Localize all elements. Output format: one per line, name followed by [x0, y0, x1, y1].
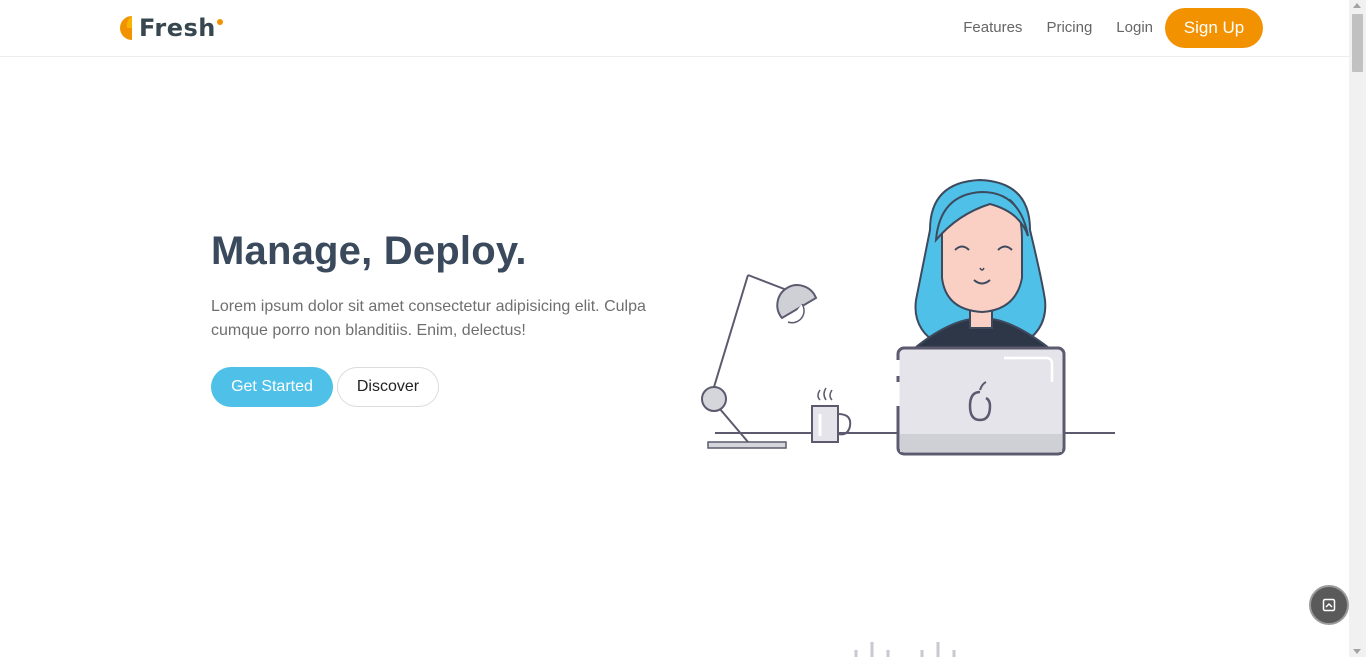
- signup-button[interactable]: Sign Up: [1165, 8, 1263, 48]
- coffee-mug-icon: [811, 387, 852, 443]
- nav-link-login[interactable]: Login: [1116, 8, 1153, 48]
- brand-logo[interactable]: Fresh: [118, 12, 223, 44]
- person-avatar: [907, 178, 1057, 353]
- nav-link-features[interactable]: Features: [963, 8, 1022, 48]
- arrow-up-icon: [1322, 598, 1336, 612]
- scroll-up-icon[interactable]: [1353, 3, 1361, 8]
- hero-title: Manage, Deploy.: [211, 229, 527, 273]
- scroll-down-icon[interactable]: [1353, 649, 1361, 654]
- scrollbar-thumb[interactable]: [1352, 14, 1363, 72]
- hero-illustration: [701, 178, 1115, 456]
- nav-link-pricing[interactable]: Pricing: [1046, 8, 1092, 48]
- brand-name: Fresh: [139, 14, 216, 42]
- get-started-button[interactable]: Get Started: [211, 367, 333, 407]
- laptop-icon: [896, 346, 1066, 456]
- bottom-illustration-fragment: [854, 642, 956, 657]
- nav-links: Features Pricing Login Sign Up: [963, 8, 1263, 48]
- logo-dot: [216, 19, 223, 25]
- discover-button[interactable]: Discover: [337, 367, 439, 407]
- hero-subtitle: Lorem ipsum dolor sit amet consectetur a…: [211, 298, 646, 339]
- back-to-top-button[interactable]: [1309, 585, 1349, 625]
- navbar: Fresh Features Pricing Login Sign Up: [0, 0, 1349, 57]
- page-scrollbar[interactable]: [1349, 0, 1366, 657]
- desk-lamp-icon: [701, 274, 818, 449]
- fresh-logo-icon: [120, 16, 132, 40]
